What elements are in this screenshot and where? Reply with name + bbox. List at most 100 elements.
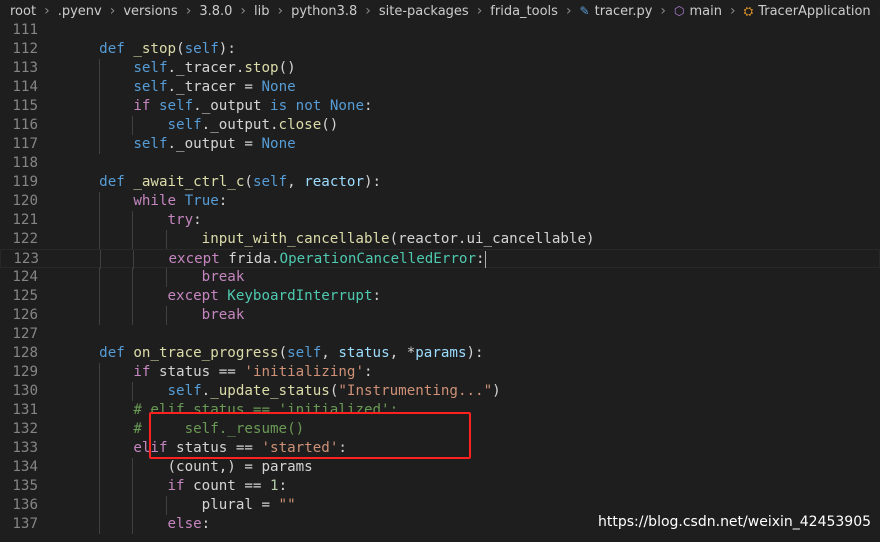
breadcrumb-label: lib [254, 3, 270, 19]
breadcrumb-item[interactable]: python3.8 [289, 4, 359, 19]
code-token: status [338, 345, 390, 361]
code-token: : [201, 516, 211, 532]
code-token: ._tracer. [167, 60, 245, 76]
chevron-right-icon: › [365, 3, 371, 19]
code-line[interactable]: 128 def on_trace_progress(self, status, … [0, 344, 880, 363]
code-line[interactable]: 111 [0, 21, 880, 40]
code-line[interactable]: 136 plural = "" [0, 496, 880, 515]
line-number: 115 [12, 98, 38, 114]
breadcrumb-item[interactable]: root [0, 4, 38, 19]
code-line[interactable]: 113 self._tracer.stop() [0, 59, 880, 78]
code-token: _stop [133, 41, 177, 57]
breadcrumb-label: python3.8 [291, 3, 358, 19]
code-line[interactable]: 122 input_with_cancellable(reactor.ui_ca… [0, 230, 880, 249]
chevron-right-icon: › [873, 3, 880, 19]
line-number: 119 [12, 174, 38, 190]
code-token: ._tracer = [167, 79, 262, 95]
code-token: 1 [270, 478, 279, 494]
code-text: else: [65, 515, 211, 534]
code-editor[interactable]: 110 self._exit(1)111112 def _stop(self):… [0, 0, 880, 542]
code-token: on_trace_progress [133, 345, 279, 361]
code-line[interactable]: 135 if count == 1: [0, 477, 880, 496]
code-token: : [476, 251, 485, 267]
breadcrumb-item[interactable]: site-packages [377, 4, 471, 19]
code-line[interactable]: 127 [0, 325, 880, 344]
breadcrumb-item[interactable]: versions [121, 4, 179, 19]
current-code-line[interactable]: 123 except frida.OperationCancelledError… [0, 249, 880, 269]
chevron-right-icon: › [109, 3, 116, 19]
code-line[interactable]: 126 break [0, 306, 880, 325]
code-line[interactable]: 112 def _stop(self): [0, 40, 880, 59]
breadcrumb-item[interactable]: 3.8.0 [197, 4, 234, 19]
line-number: 121 [12, 212, 38, 228]
annotation-red-box [149, 412, 471, 459]
code-text: (count,) = params [65, 458, 313, 477]
code-text: self._update_status("Instrumenting...") [65, 382, 501, 401]
code-token: def [99, 174, 125, 190]
code-token: None [261, 136, 296, 152]
code-token: ): [466, 345, 484, 361]
code-token: : [364, 364, 373, 380]
code-line[interactable]: 125 except KeyboardInterrupt: [0, 287, 880, 306]
code-token: ._output. [201, 117, 279, 133]
chevron-right-icon: › [44, 3, 50, 19]
code-token: OperationCancelledError [279, 251, 477, 267]
code-line[interactable]: 120 while True: [0, 192, 880, 211]
breadcrumb-item[interactable]: lib [252, 4, 271, 19]
code-token: break [201, 269, 245, 285]
code-token: not [295, 98, 322, 114]
code-token: (count,) = params [65, 459, 313, 475]
code-text: def _stop(self): [65, 40, 236, 59]
breadcrumb-item[interactable]: ⛭ TracerApplication [742, 4, 873, 19]
code-line[interactable]: 118 [0, 154, 880, 173]
code-line[interactable]: 119 def _await_ctrl_c(self, reactor): [0, 173, 880, 192]
breadcrumb-item[interactable]: ✎ tracer.py [578, 4, 655, 19]
code-token: except [168, 251, 220, 267]
code-token: count == [184, 478, 271, 494]
code-token: _await_ctrl_c [133, 174, 245, 190]
code-text: self._tracer.stop() [65, 59, 296, 78]
line-number: 133 [12, 440, 38, 456]
code-line[interactable]: 117 self._output = None [0, 135, 880, 154]
code-text: self._output = None [65, 135, 296, 154]
code-line[interactable]: 129 if status == 'initializing': [0, 363, 880, 382]
code-text: if self._output is not None: [65, 97, 372, 116]
code-line[interactable]: 121 try: [0, 211, 880, 230]
line-number: 125 [12, 288, 38, 304]
code-token: self [167, 117, 202, 133]
code-line[interactable]: 116 self._output.close() [0, 116, 880, 135]
code-line[interactable]: 114 self._tracer = None [0, 78, 880, 97]
code-line[interactable]: 134 (count,) = params [0, 458, 880, 477]
code-token: if [133, 364, 151, 380]
code-token: self [158, 98, 194, 114]
breadcrumb-item[interactable]: frida_tools [488, 4, 560, 19]
code-token: self [133, 136, 168, 152]
code-token: status == [150, 364, 245, 380]
code-token: except [167, 288, 219, 304]
line-number: 130 [12, 383, 38, 399]
breadcrumb-item[interactable]: .pyenv [56, 4, 104, 19]
code-text: break [65, 306, 245, 325]
code-token: self [184, 41, 219, 57]
code-text: plural = "" [65, 496, 296, 515]
code-token: self [287, 345, 322, 361]
line-number: 120 [12, 193, 38, 209]
code-text: try: [65, 211, 202, 230]
code-token: None [329, 98, 365, 114]
code-token: () [278, 60, 296, 76]
code-token: True [184, 193, 219, 209]
code-line[interactable]: 115 if self._output is not None: [0, 97, 880, 116]
code-line[interactable]: 130 self._update_status("Instrumenting..… [0, 382, 880, 401]
code-text: self._tracer = None [65, 78, 295, 97]
code-line[interactable]: 124 break [0, 268, 880, 287]
breadcrumb-item[interactable]: ⬡ main [672, 4, 724, 19]
line-number: 114 [12, 79, 38, 95]
